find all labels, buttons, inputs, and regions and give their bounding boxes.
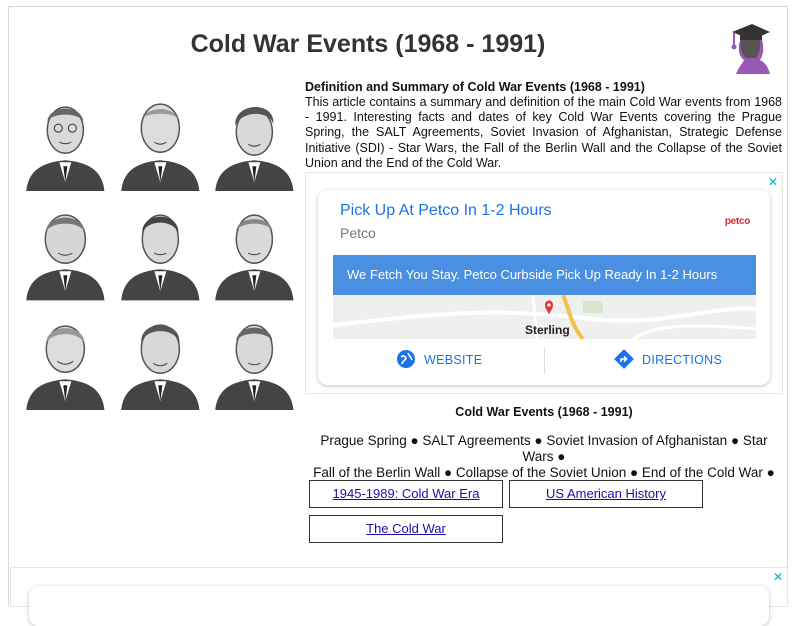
ad-divider: [544, 348, 545, 374]
graduate-silhouette-icon[interactable]: [726, 18, 774, 76]
portrait-image: [112, 191, 208, 301]
ad-banner[interactable]: We Fetch You Stay. Petco Curbside Pick U…: [333, 255, 756, 295]
bottom-ad-card[interactable]: [29, 586, 769, 626]
ad-directions-label: DIRECTIONS: [642, 353, 723, 367]
bottom-advertisement-panel: ✕: [10, 567, 788, 626]
ad-card[interactable]: Pick Up At Petco In 1-2 Hours Petco petc…: [318, 190, 770, 385]
ad-map[interactable]: Sterling: [333, 295, 756, 339]
link-us-american-history[interactable]: US American History: [509, 480, 703, 508]
presidents-portrait-grid: [18, 82, 302, 410]
globe-icon: [396, 349, 416, 372]
portrait-image: [207, 82, 302, 192]
ad-directions-button[interactable]: DIRECTIONS: [614, 340, 722, 380]
article-body: This article contains a summary and defi…: [305, 95, 782, 170]
ad-advertiser: Petco: [340, 225, 376, 241]
events-line: Fall of the Berlin Wall ● Collapse of th…: [313, 465, 775, 480]
ad-brand-logo: petco: [724, 216, 750, 227]
portrait-image: [18, 82, 113, 192]
ad-website-label: WEBSITE: [424, 353, 483, 367]
events-line: Prague Spring ● SALT Agreements ● Soviet…: [320, 433, 768, 464]
portrait-image: [18, 300, 113, 410]
advertisement-panel: ✕ Pick Up At Petco In 1-2 Hours Petco pe…: [305, 172, 783, 394]
ad-headline[interactable]: Pick Up At Petco In 1-2 Hours: [340, 202, 552, 220]
ad-actions: WEBSITE DIRECTIONS: [318, 340, 770, 380]
link-the-cold-war[interactable]: The Cold War: [309, 515, 503, 543]
portrait-image: [112, 82, 208, 192]
directions-icon: [614, 348, 634, 372]
portrait-image: [207, 300, 302, 410]
ad-website-button[interactable]: WEBSITE: [396, 340, 482, 380]
link-cold-war-era[interactable]: 1945-1989: Cold War Era: [309, 480, 503, 508]
map-label: Sterling: [525, 323, 570, 337]
portrait-image: [112, 300, 208, 410]
page-title: Cold War Events (1968 - 1991): [190, 30, 546, 58]
portrait-image: [18, 191, 113, 301]
article-summary: Definition and Summary of Cold War Event…: [305, 80, 782, 171]
ad-close-icon[interactable]: ✕: [773, 570, 783, 584]
ad-close-icon[interactable]: ✕: [768, 175, 778, 189]
events-section-title: Cold War Events (1968 - 1991): [455, 405, 633, 419]
article-heading: Definition and Summary of Cold War Event…: [305, 80, 645, 94]
portrait-image: [207, 191, 302, 301]
events-list: Prague Spring ● SALT Agreements ● Soviet…: [305, 433, 783, 481]
